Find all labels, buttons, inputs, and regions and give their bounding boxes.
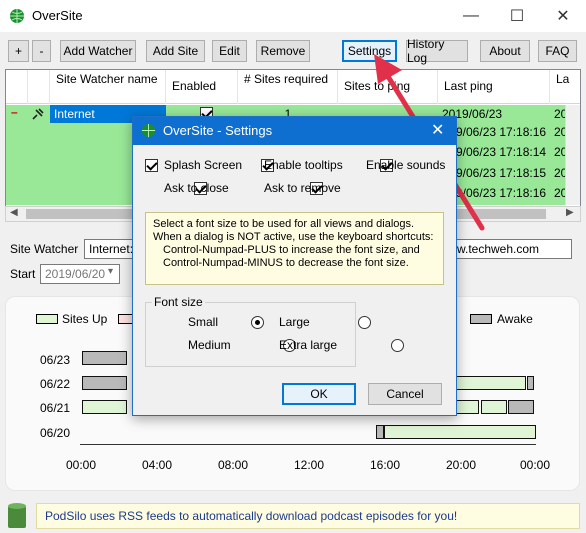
settings-dialog: OverSite - Settings ✕ Splash Screen Enab… <box>132 116 457 416</box>
dialog-title: OverSite - Settings <box>163 123 273 138</box>
dialog-title-bar: OverSite - Settings ✕ <box>133 117 456 145</box>
font-large-label[interactable]: Large <box>279 315 310 329</box>
cancel-button[interactable]: Cancel <box>368 383 442 405</box>
chart-bar-segment <box>456 400 479 414</box>
chart-bar-segment <box>81 400 128 414</box>
font-small-radio[interactable] <box>250 316 264 329</box>
status-message[interactable]: PodSilo uses RSS feeds to automatically … <box>36 503 580 529</box>
info-line: When a dialog is NOT active, use the key… <box>153 231 434 243</box>
ask-to-close-label[interactable]: Ask to close <box>164 181 229 195</box>
chart-x-tick: 08:00 <box>218 458 249 472</box>
dialog-globe-icon <box>141 123 156 138</box>
podsilo-icon <box>8 503 26 528</box>
chart-x-tick: 20:00 <box>446 458 477 472</box>
font-size-group <box>145 302 356 367</box>
chart-bar-segment <box>507 400 535 414</box>
enable-sounds-label[interactable]: Enable sounds <box>366 158 445 172</box>
dialog-close-icon[interactable]: ✕ <box>431 120 444 140</box>
enable-tooltips-label[interactable]: Enable tooltips <box>264 158 343 172</box>
chart-x-tick: 04:00 <box>142 458 173 472</box>
font-extra-large-label[interactable]: Extra large <box>279 338 337 352</box>
font-size-group-label: Font size <box>152 295 205 309</box>
splash-screen-label[interactable]: Splash Screen <box>164 158 242 172</box>
info-line: Control-Numpad-MINUS to decrease the fon… <box>163 257 409 269</box>
chart-x-tick: 00:00 <box>520 458 551 472</box>
font-extra-large-radio[interactable] <box>390 339 404 352</box>
chart-bar-segment <box>81 351 128 365</box>
chart-bar-segment <box>376 425 384 439</box>
chart-x-axis <box>80 444 536 445</box>
font-medium-label[interactable]: Medium <box>188 338 231 352</box>
font-size-info-box: Select a font size to be used for all vi… <box>145 212 444 285</box>
ok-button[interactable]: OK <box>282 383 356 405</box>
chart-bar-segment <box>456 376 527 390</box>
font-large-radio[interactable] <box>358 316 372 329</box>
splash-screen-checkbox[interactable] <box>145 159 158 172</box>
ask-to-remove-label[interactable]: Ask to remove <box>264 181 341 195</box>
chart-x-tick: 16:00 <box>370 458 401 472</box>
chart-bar-segment <box>384 425 536 439</box>
chart-bar-segment <box>81 376 128 390</box>
info-line: Select a font size to be used for all vi… <box>153 218 415 230</box>
chart-bar-segment <box>526 376 535 390</box>
chart-bar-segment <box>480 400 508 414</box>
font-small-label[interactable]: Small <box>188 315 218 329</box>
info-line: Control-Numpad-PLUS to increase the font… <box>163 244 420 256</box>
chart-x-tick: 00:00 <box>66 458 97 472</box>
chart-x-tick: 12:00 <box>294 458 325 472</box>
